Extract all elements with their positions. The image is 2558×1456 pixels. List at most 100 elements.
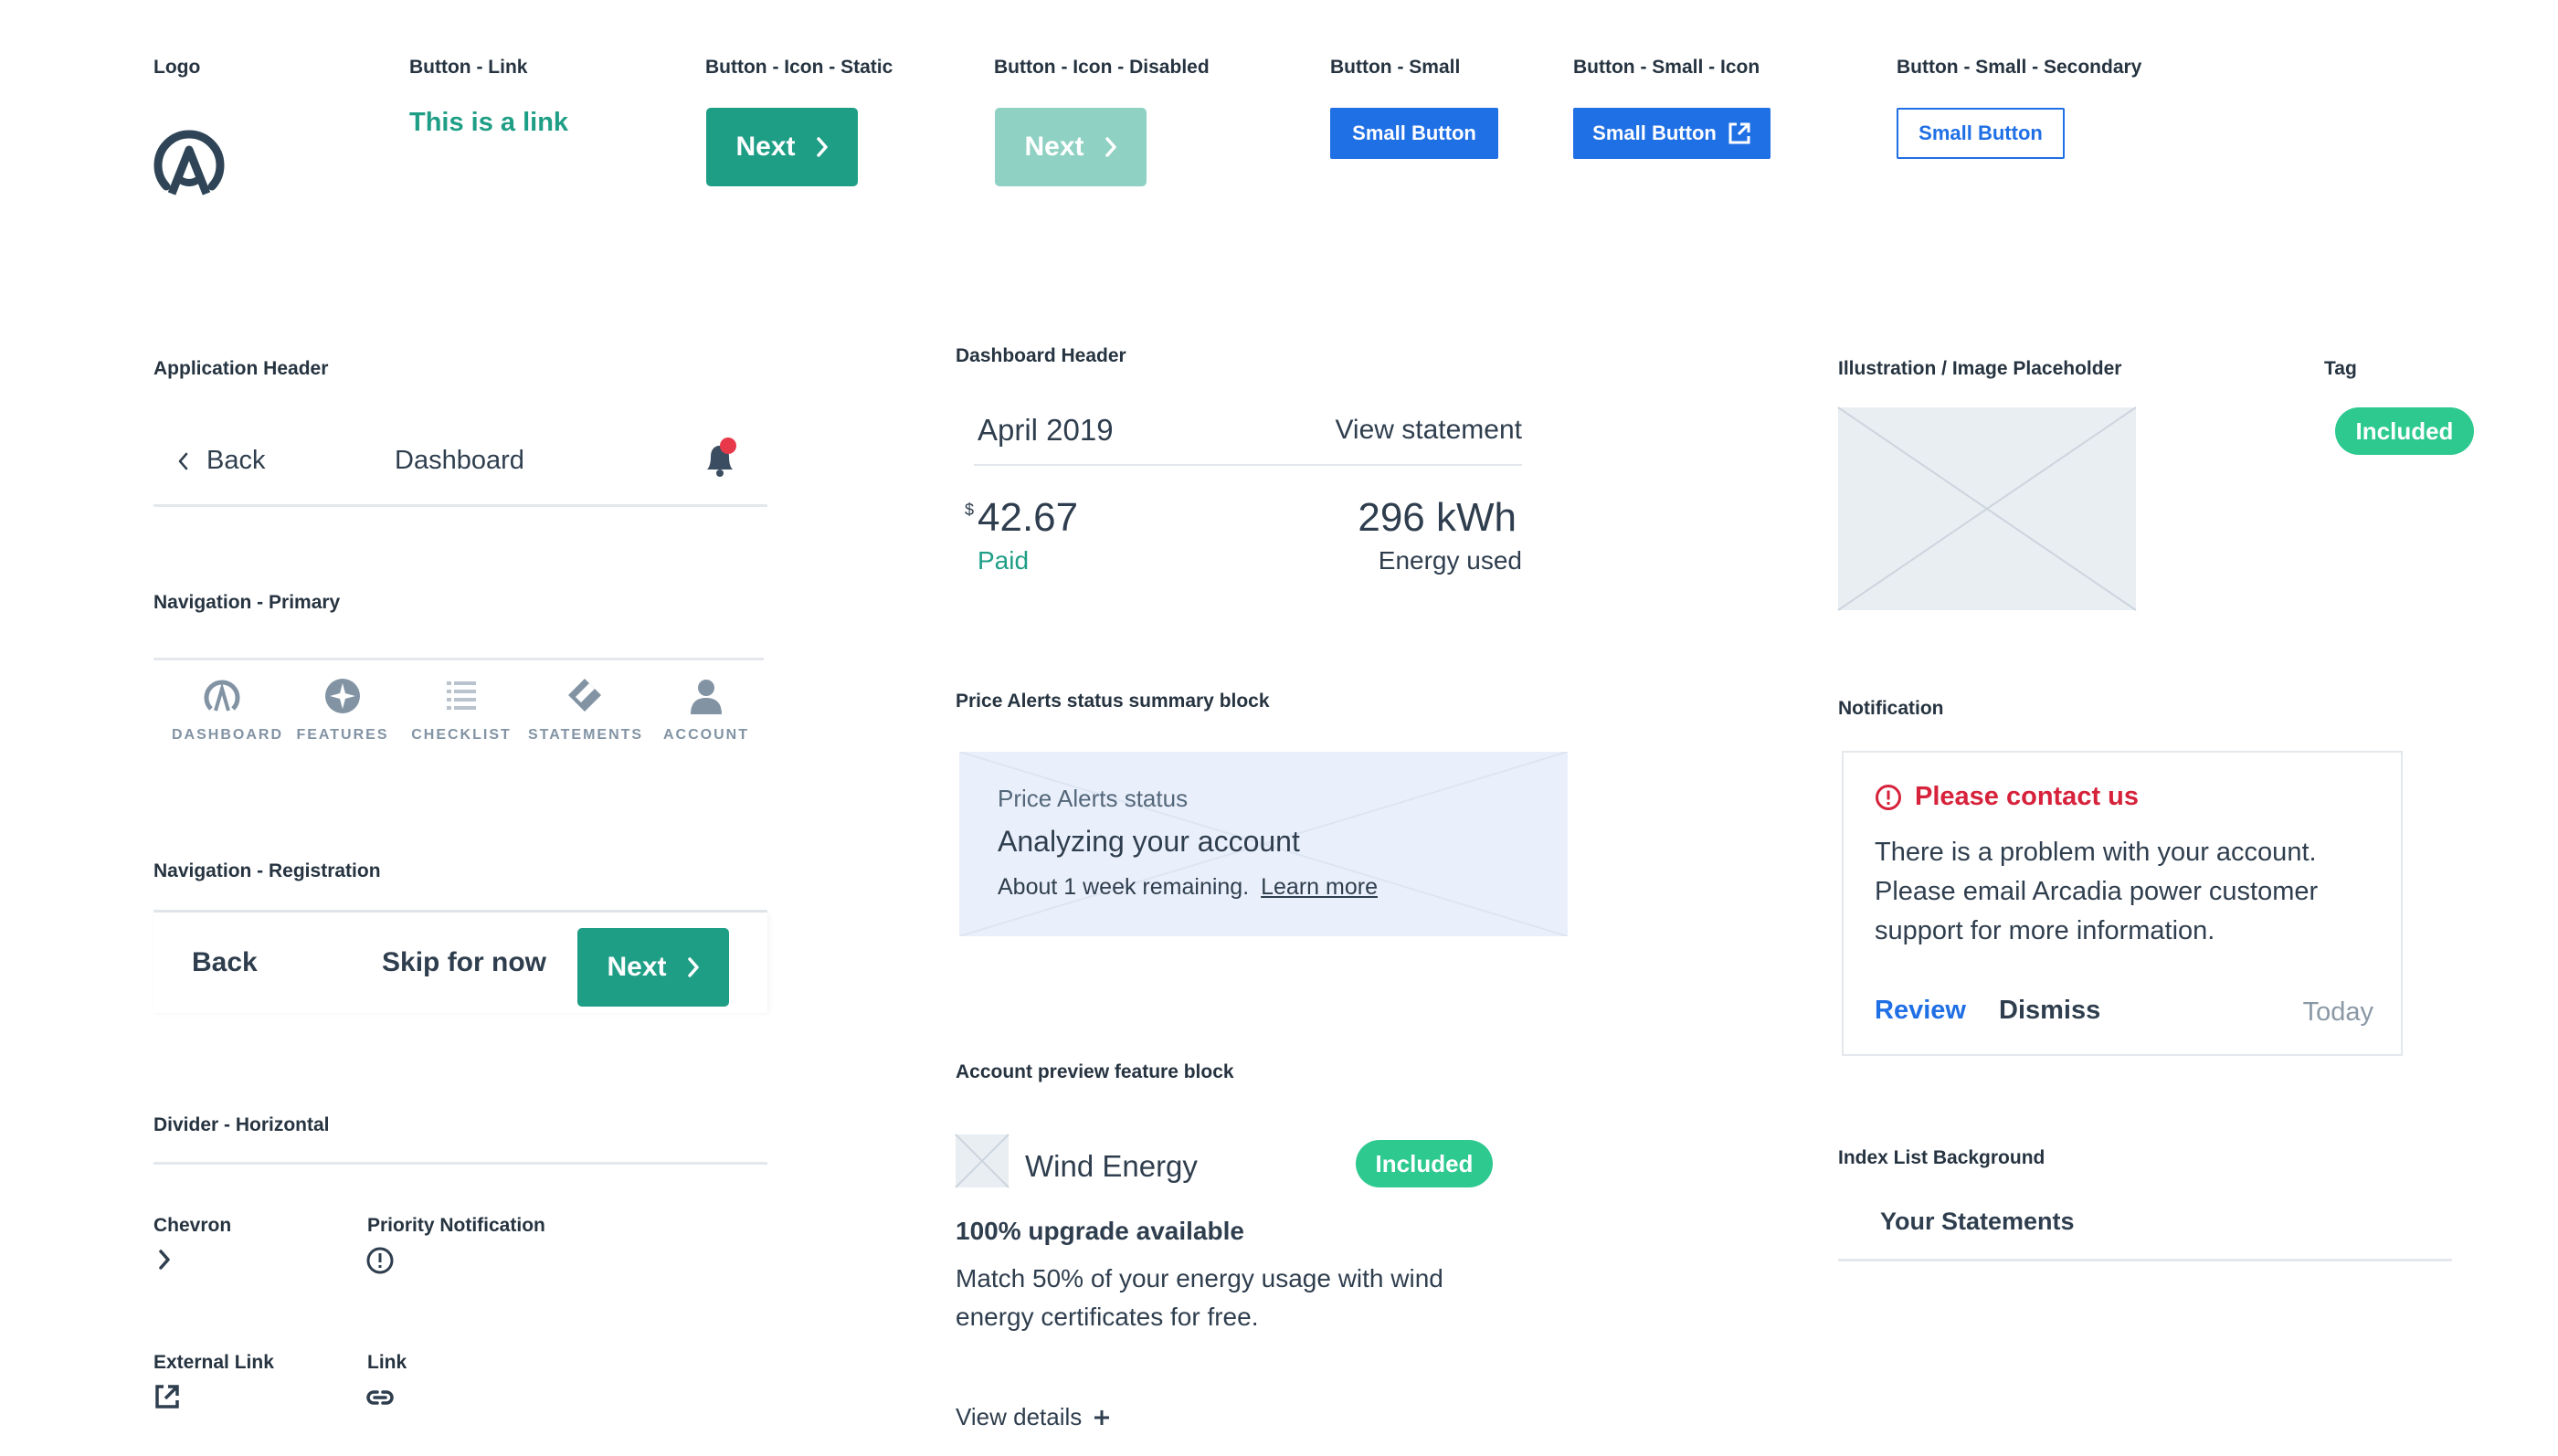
feature-title: Wind Energy [1025, 1149, 1198, 1183]
learn-more-link[interactable]: Learn more [1261, 874, 1378, 900]
chevron-left-icon[interactable] [177, 451, 188, 471]
account-icon [691, 680, 722, 714]
header-divider [153, 504, 767, 507]
bill-amount: 42.67 [978, 495, 1079, 540]
account-preview-block-label: Account preview feature block [956, 1061, 1234, 1082]
dashboard-header: April 2019 View statement $ 42.67 Paid 2… [956, 393, 1522, 594]
dashboard-header-divider [974, 464, 1522, 466]
priority-notification-label: Priority Notification [367, 1215, 545, 1236]
small-secondary-button[interactable]: Small Button [1897, 108, 2065, 159]
nav-primary-divider [153, 658, 764, 660]
review-link[interactable]: Review [1875, 996, 1966, 1026]
nav-item-dashboard[interactable]: DASHBOARD [172, 676, 283, 744]
alert-icon [1875, 784, 1902, 811]
nav-item-checklist[interactable]: CHECKLIST [411, 676, 512, 744]
notification-label: Notification [1838, 698, 1944, 719]
small-button[interactable]: Small Button [1330, 108, 1498, 159]
statements-icon [568, 679, 601, 712]
navigation-registration: Back Skip for now Next [153, 913, 767, 1013]
next-button-label: Next [735, 132, 796, 162]
link-icon [365, 1385, 395, 1410]
nav-label-features: FEATURES [296, 727, 389, 743]
upgrade-text: 100% upgrade available [956, 1217, 1244, 1245]
next-button[interactable]: Next [706, 108, 858, 186]
notification-card: Please contact us There is a problem wit… [1842, 751, 2403, 1056]
navigation-primary: DASHBOARD FEATURES CHECKLIST STATEMENTS … [153, 676, 764, 749]
notification-header: Please contact us [1875, 782, 2139, 812]
index-list-item[interactable]: Your Statements [1838, 1187, 2452, 1262]
illustration-placeholder [1837, 406, 2137, 611]
chevron-right-icon [1105, 137, 1117, 157]
feature-desc-line1: Match 50% of your energy usage with wind [956, 1264, 1443, 1292]
navigation-registration-label: Navigation - Registration [153, 860, 381, 881]
price-alerts-heading: Analyzing your account [998, 825, 1300, 858]
horizontal-divider [153, 1162, 767, 1165]
index-list-divider [1838, 1259, 2452, 1261]
plus-icon [1093, 1409, 1111, 1427]
image-placeholder [955, 1134, 1009, 1188]
application-header: Back Dashboard [153, 429, 767, 507]
view-details-link[interactable]: View details [956, 1403, 1111, 1431]
registration-next-button[interactable]: Next [577, 928, 729, 1007]
price-alerts-title: Price Alerts status [998, 785, 1189, 812]
nav-label-checklist: CHECKLIST [411, 727, 512, 743]
nav-item-statements[interactable]: STATEMENTS [528, 676, 641, 744]
back-button[interactable]: Back [192, 947, 258, 978]
button-small-secondary-label: Button - Small - Secondary [1897, 57, 2142, 78]
divider-horizontal-label: Divider - Horizontal [153, 1114, 330, 1135]
feature-desc-line2: energy certificates for free. [956, 1303, 1259, 1331]
chevron-right-icon [816, 137, 829, 157]
back-link[interactable]: Back [206, 446, 265, 476]
external-link-icon [153, 1383, 181, 1410]
statement-month: April 2019 [978, 413, 1114, 447]
energy-amount: 296 kWh [1358, 495, 1517, 540]
nav-label-dashboard: DASHBOARD [172, 727, 283, 743]
included-tag: Included [2335, 407, 2474, 455]
registration-next-label: Next [607, 952, 667, 982]
view-details-label: View details [956, 1403, 1083, 1430]
bell-icon[interactable] [702, 438, 738, 479]
dashboard-header-label: Dashboard Header [956, 345, 1126, 366]
link-label: Link [367, 1352, 407, 1373]
index-list-background-label: Index List Background [1838, 1147, 2045, 1168]
button-icon-static-label: Button - Icon - Static [705, 57, 893, 78]
included-tag: Included [1356, 1140, 1493, 1187]
small-secondary-button-label: Small Button [1918, 121, 2043, 144]
priority-notification-icon [365, 1246, 395, 1275]
application-header-label: Application Header [153, 358, 329, 379]
button-icon-disabled-label: Button - Icon - Disabled [994, 57, 1210, 78]
price-alerts-remaining: About 1 week remaining. [998, 874, 1250, 900]
chevron-right-icon [687, 957, 700, 977]
nav-item-features[interactable]: FEATURES [292, 676, 393, 744]
notification-line2: Please email Arcadia power customer [1875, 877, 2319, 906]
chevron-label: Chevron [153, 1215, 232, 1236]
next-button-disabled: Next [995, 108, 1147, 186]
navigation-primary-label: Navigation - Primary [153, 592, 341, 613]
link-text[interactable]: This is a link [409, 108, 568, 138]
notification-title: Please contact us [1915, 782, 2139, 811]
skip-button[interactable]: Skip for now [382, 947, 546, 978]
notification-line1: There is a problem with your account. [1875, 838, 2317, 867]
next-disabled-label: Next [1024, 132, 1084, 162]
small-icon-button[interactable]: Small Button [1573, 108, 1771, 159]
bill-status: Paid [978, 546, 1030, 575]
external-link-label: External Link [153, 1352, 274, 1373]
chevron-right-icon [157, 1248, 172, 1271]
nav-label-statements: STATEMENTS [528, 727, 644, 743]
dismiss-link[interactable]: Dismiss [1999, 996, 2100, 1026]
dashboard-icon [204, 680, 240, 712]
energy-label: Energy used [1378, 546, 1522, 575]
checklist-icon [447, 681, 476, 710]
button-small-icon-label: Button - Small - Icon [1573, 57, 1760, 78]
price-alerts-remaining-row: About 1 week remaining. Learn more [998, 874, 1378, 901]
notification-body: There is a problem with your account. Pl… [1875, 833, 2318, 951]
notification-time: Today [2302, 997, 2373, 1027]
view-statement-link[interactable]: View statement [1335, 415, 1522, 446]
tag-label: Tag [2324, 358, 2357, 379]
logo-label: Logo [153, 57, 201, 78]
button-link-label: Button - Link [409, 57, 528, 78]
nav-item-account[interactable]: ACCOUNT [656, 676, 756, 744]
features-icon [325, 679, 360, 713]
header-title: Dashboard [395, 446, 524, 475]
notification-line3: support for more information. [1875, 916, 2215, 945]
